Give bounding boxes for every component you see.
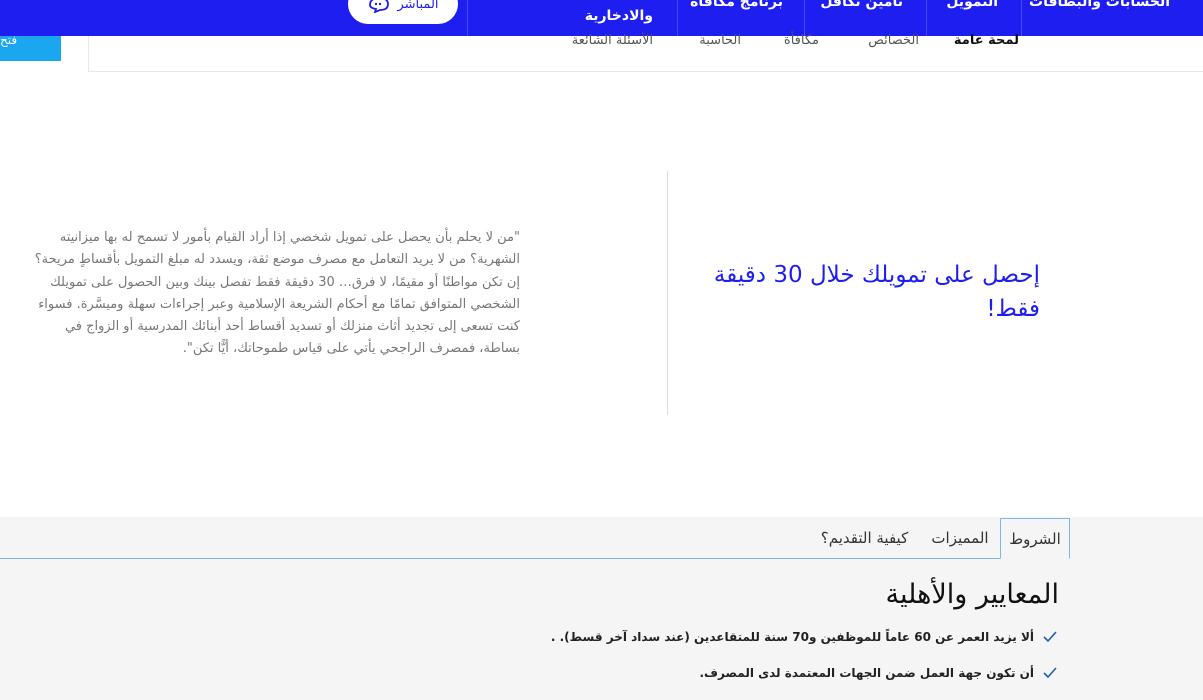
criteria-title: المعايير والأهلية [885,579,1059,610]
subnav-calculator[interactable]: الحاسبة [699,32,741,50]
check-icon [1043,667,1057,679]
nav-item-takaful[interactable]: تأمين تكافل [820,0,903,14]
live-chat-label: المباشر [397,0,439,12]
open-account-button[interactable]: فتح [0,36,61,61]
tab-how-to-apply[interactable]: كيفية التقديم؟ [812,518,917,559]
nav-separator [926,0,927,36]
criteria-item: ألا يزيد العمر عن 60 عاماً للموظفين و70 … [551,629,1058,645]
hero-divider [667,171,668,415]
subnav-features[interactable]: الخصائص [868,32,919,50]
main-nav: الحسابات والبطاقات التمويل تأمين تكافل ب… [0,0,1203,36]
tab-advantages[interactable]: المميزات [922,518,998,559]
check-icon [1043,631,1057,643]
criteria-item: أن تكون جهة العمل ضمن الجهات المعتمدة لد… [700,665,1059,681]
nav-item-mokafaa[interactable]: برنامج مكافأة [690,0,783,14]
criteria-text: أن تكون جهة العمل ضمن الجهات المعتمدة لد… [699,666,1035,680]
nav-separator [677,0,678,36]
hero-quote: "من لا يحلم بأن يحصل على تمويل شخصي إذا … [34,230,520,357]
nav-item-finance[interactable]: التمويل [946,0,998,14]
subnav-faq[interactable]: الأسئلة الشائعة [572,32,653,50]
hero-title: إحصل على تمويلك خلال 30 دقيقة فقط! [713,262,1040,322]
terms-section: الشروط المميزات كيفية التقديم؟ المعايير … [0,517,1203,700]
sub-nav: لمحة عامة الخصائص مكافأة الحاسبة الأسئلة… [88,33,1203,72]
chat-icon [369,0,390,13]
subnav-overview[interactable]: لمحة عامة [954,32,1019,50]
nav-item-savings[interactable]: والادخارية [585,4,653,28]
live-chat-button[interactable]: المباشر [348,0,458,24]
nav-separator [804,0,805,36]
criteria-text: ألا يزيد العمر عن 60 عاماً للموظفين و70 … [550,630,1034,644]
nav-separator [1021,0,1022,36]
nav-separator [467,0,468,36]
subnav-mokafaa[interactable]: مكافأة [784,32,819,50]
tab-conditions[interactable]: الشروط [1000,518,1070,559]
nav-item-accounts-cards[interactable]: الحسابات والبطاقات [1029,0,1170,14]
